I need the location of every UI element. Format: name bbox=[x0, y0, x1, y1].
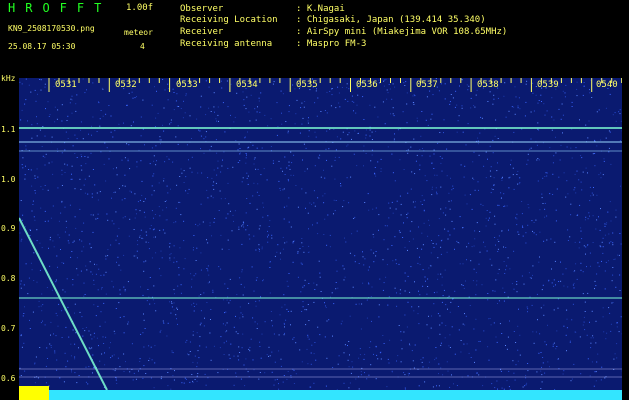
y-tick-label: 0.7 bbox=[1, 324, 16, 333]
y-axis-unit: kHz bbox=[1, 74, 16, 83]
info-observer-value: : K.Nagai bbox=[296, 4, 345, 14]
x-tick-label: 0538 bbox=[477, 80, 499, 90]
x-tick-label: 0540 bbox=[596, 80, 618, 90]
info-antenna-value: : Maspro FM-3 bbox=[296, 39, 367, 49]
datetime-label: 25.08.17 05:30 bbox=[8, 42, 76, 51]
info-location-value: : Chigasaki, Japan (139.414 35.340) bbox=[296, 15, 486, 25]
x-tick-label: 0536 bbox=[356, 80, 378, 90]
version-label: 1.00f bbox=[126, 3, 154, 13]
x-tick-label: 0533 bbox=[176, 80, 198, 90]
x-tick-label: 0531 bbox=[55, 80, 77, 90]
y-tick-label: 1.0 bbox=[1, 175, 16, 184]
app-logo: HROFFT bbox=[8, 1, 112, 15]
info-location-key: Receiving Location bbox=[180, 15, 278, 25]
y-tick-label: 0.9 bbox=[1, 224, 16, 233]
x-tick-label: 0537 bbox=[416, 80, 438, 90]
y-tick-label: 0.8 bbox=[1, 274, 16, 283]
info-receiver-key: Receiver bbox=[180, 27, 224, 37]
x-tick-label: 0532 bbox=[115, 80, 137, 90]
signal-burst bbox=[19, 386, 49, 400]
info-receiver-value: : AirSpy mini (Miakejima VOR 108.65MHz) bbox=[296, 27, 508, 37]
x-tick-label: 0539 bbox=[537, 80, 559, 90]
info-observer-key: Observer bbox=[180, 4, 224, 14]
x-tick-label: 0534 bbox=[236, 80, 258, 90]
noise-floor-band bbox=[19, 390, 622, 400]
mode-label: meteor bbox=[124, 28, 153, 37]
filename-label: KN9_2508170530.png bbox=[8, 24, 95, 33]
count-label: 4 bbox=[140, 42, 145, 51]
y-tick-label: 0.6 bbox=[1, 374, 16, 383]
y-tick-label: 1.1 bbox=[1, 125, 16, 134]
spectrogram-plot bbox=[19, 78, 622, 400]
x-tick-label: 0535 bbox=[296, 80, 318, 90]
info-antenna-key: Receiving antenna bbox=[180, 39, 273, 49]
